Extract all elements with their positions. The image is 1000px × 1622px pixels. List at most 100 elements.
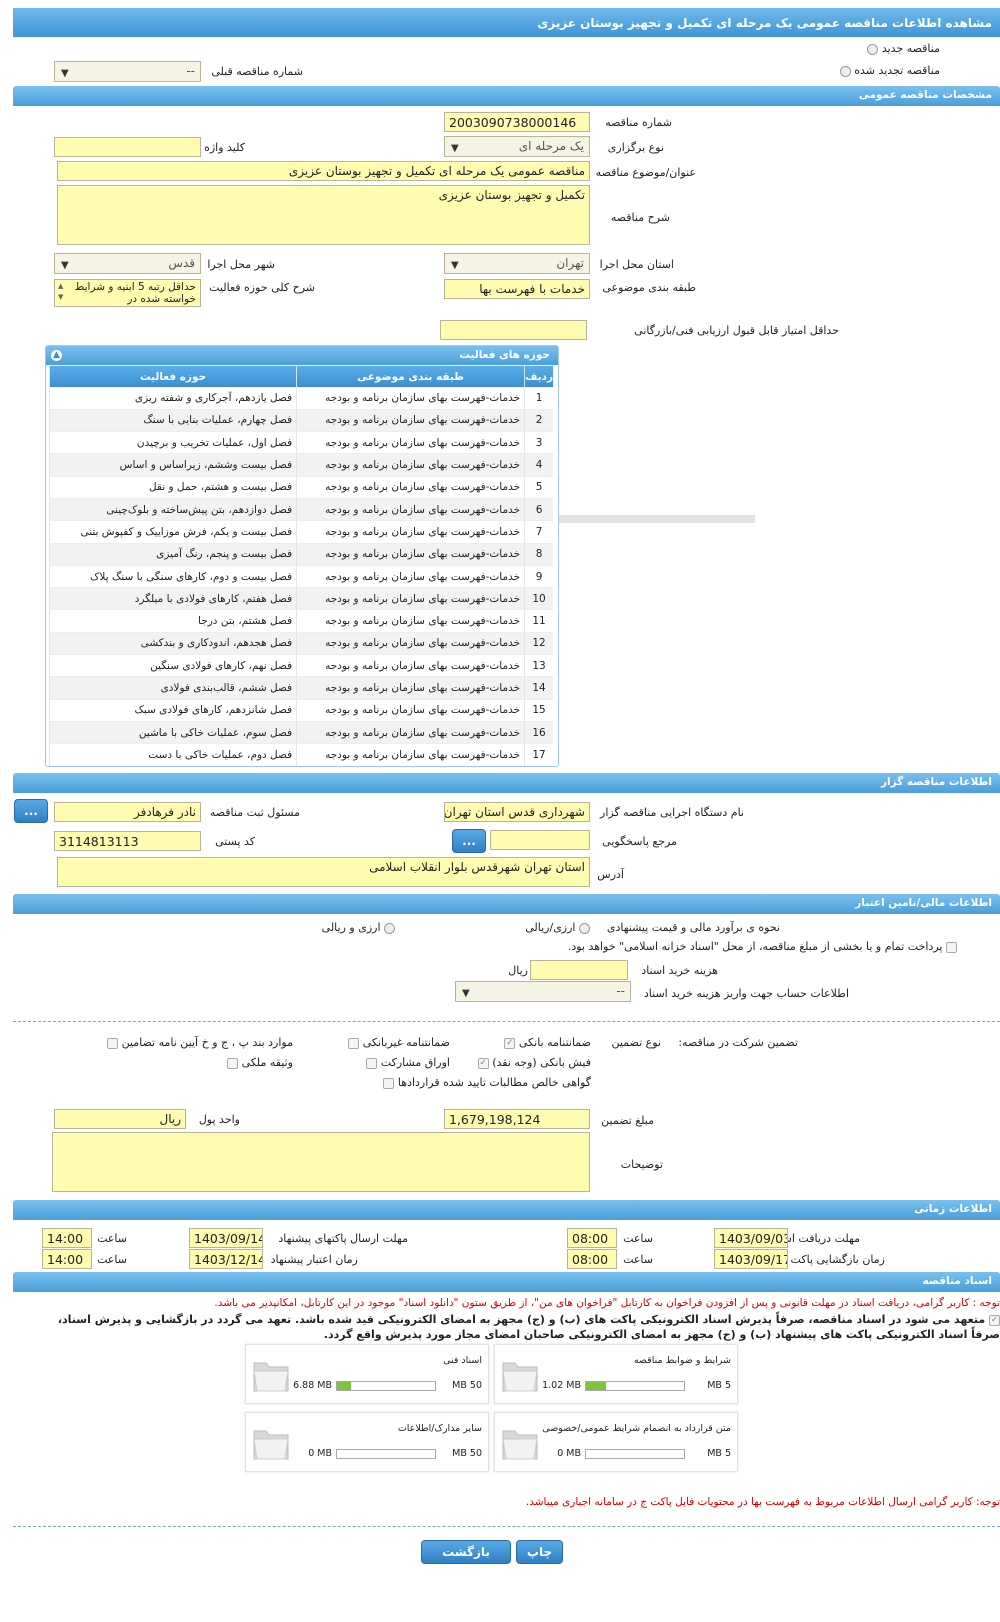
- valid-field[interactable]: 1403/12/14: [189, 1249, 263, 1269]
- tender-no-field[interactable]: 2003090738000146: [444, 112, 590, 132]
- opt-article-items[interactable]: موارد بند پ ، ج و خ آیین نامه تضامین: [107, 1036, 293, 1049]
- checkbox[interactable]: [946, 941, 957, 953]
- opt-bank-receipt[interactable]: فیش بانکی (وجه نقد) ✓: [477, 1056, 591, 1069]
- officer-label: مسئول ثبت مناقصه: [209, 806, 300, 819]
- checkbox[interactable]: [366, 1057, 378, 1069]
- back-button[interactable]: بازگشت: [421, 1540, 511, 1564]
- category-cell: خدمات-فهرست بهای سازمان برنامه و بودجه: [296, 721, 525, 745]
- province-label: استان محل اجرا: [599, 258, 674, 271]
- field-cell: فصل بیست و دوم، کارهای سنگی با سنگ پلاک: [48, 565, 297, 589]
- holding-type-select[interactable]: یک مرحله ای ▼: [444, 136, 590, 157]
- chevron-down-icon: ▼: [61, 68, 69, 79]
- opt-participation-bonds[interactable]: اوراق مشارکت: [366, 1056, 450, 1069]
- table-row: 15 خدمات-فهرست بهای سازمان برنامه و بودجه…: [48, 699, 553, 722]
- category-cell: خدمات-فهرست بهای سازمان برنامه و بودجه: [296, 587, 525, 611]
- file-box[interactable]: اسناد فنی 50 MB 6.88 MB: [245, 1344, 489, 1404]
- file-max-size: 50 MB: [452, 1448, 482, 1459]
- get-docs-field[interactable]: 1403/09/03: [714, 1228, 788, 1248]
- valid-time[interactable]: 14:00: [42, 1249, 92, 1269]
- keyword-field[interactable]: [54, 137, 201, 157]
- chevron-down-icon: ▼: [61, 260, 69, 271]
- radio-circle[interactable]: [867, 43, 879, 55]
- opt-property-collateral[interactable]: وثیقه ملکی: [227, 1056, 293, 1069]
- folder-icon[interactable]: [500, 1421, 540, 1463]
- org-field[interactable]: شهرداری قدس استان تهران: [444, 802, 590, 822]
- send-time[interactable]: 14:00: [42, 1228, 92, 1248]
- category-field[interactable]: خدمات با فهرست بها: [444, 279, 590, 299]
- col-row: ردیف: [524, 366, 553, 387]
- ref-lookup-button[interactable]: ...: [452, 829, 486, 853]
- opt-claims-certificate[interactable]: گواهی خالص مطالبات تایید شده قراردادها: [383, 1076, 591, 1089]
- field-cell: فصل دوم، عملیات خاکی با دست: [48, 743, 297, 766]
- field-cell: فصل دوازدهم، بتن پیش‌ساخته و بلوک‌چینی: [48, 498, 297, 522]
- folder-icon[interactable]: [251, 1421, 291, 1463]
- account-select[interactable]: -- ▼: [455, 981, 631, 1002]
- rial-label: ارزی/ریالی: [525, 921, 576, 934]
- subject-field[interactable]: مناقصه عمومی یک مرحله ای تکمیل و تجهیز ب…: [57, 161, 590, 181]
- officer-lookup-button[interactable]: ...: [14, 799, 48, 823]
- radio-circle[interactable]: [839, 65, 851, 77]
- ref-field[interactable]: [490, 830, 590, 850]
- category-cell: خدمات-فهرست بهای سازمان برنامه و بودجه: [296, 476, 525, 499]
- section-organizer: اطلاعات مناقصه گزار: [13, 773, 1000, 793]
- city-select[interactable]: قدس ▼: [54, 253, 201, 274]
- address-field[interactable]: استان تهران شهرقدس بلوار انقلاب اسلامی: [57, 857, 590, 887]
- doc-cost-field[interactable]: [530, 960, 628, 980]
- renewed-tender-radio[interactable]: مناقصه تجدید شده: [839, 64, 940, 77]
- notes-textarea[interactable]: [52, 1132, 590, 1192]
- field-cell: فصل چهارم، عملیات بنایی با سنگ: [48, 409, 297, 433]
- checkbox[interactable]: [107, 1037, 119, 1049]
- row-number-cell: 8: [524, 543, 553, 566]
- file-box[interactable]: شرایط و ضوابط مناقصه 5 MB 1.02 MB: [494, 1344, 738, 1404]
- send-field[interactable]: 1403/09/14: [189, 1228, 263, 1248]
- folder-icon[interactable]: [500, 1353, 540, 1395]
- both-radio[interactable]: ارزی و ریالی: [322, 921, 395, 934]
- checkbox[interactable]: [383, 1077, 395, 1089]
- category-cell: خدمات-فهرست بهای سازمان برنامه و بودجه: [296, 676, 525, 700]
- address-label: آدرس: [597, 868, 624, 881]
- opt-bank-guarantee[interactable]: ضمانتنامه بانکی ✓: [504, 1036, 591, 1049]
- collapse-icon[interactable]: ▲: [51, 350, 62, 361]
- new-tender-radio[interactable]: مناقصه جدید: [867, 42, 940, 55]
- min-score-field[interactable]: [440, 320, 587, 340]
- checkbox[interactable]: ✓: [504, 1037, 516, 1049]
- open-time[interactable]: 08:00: [567, 1249, 617, 1269]
- radio-circle[interactable]: [579, 922, 590, 934]
- print-button[interactable]: چاپ: [516, 1540, 563, 1564]
- activity-panel-header: حوزه های فعالیت ▲: [46, 346, 558, 365]
- scope-field[interactable]: حداقل رتبه 5 ابنیه و شرایط خواسته شده در…: [54, 279, 201, 307]
- desc-textarea[interactable]: تکمیل و تجهیز بوستان عزیزی: [57, 185, 590, 245]
- prev-tender-select[interactable]: -- ▼: [54, 61, 201, 82]
- currency-field[interactable]: ریال: [54, 1109, 186, 1129]
- time-label: ساعت: [623, 1232, 653, 1245]
- section-timing: اطلاعات زمانی: [13, 1200, 1000, 1220]
- postal-field[interactable]: 3114813113: [54, 831, 201, 851]
- file-box[interactable]: سایر مدارک/اطلاعات 50 MB 0 MB: [245, 1412, 489, 1472]
- field-cell: فصل بیست و پنجم، رنگ آمیزی: [48, 543, 297, 566]
- category-cell: خدمات-فهرست بهای سازمان برنامه و بودجه: [296, 699, 525, 722]
- checkbox[interactable]: ✓: [989, 1314, 1000, 1326]
- checkbox[interactable]: [227, 1057, 239, 1069]
- rial-radio[interactable]: ارزی/ریالی: [525, 921, 590, 934]
- treasury-checkbox[interactable]: پرداخت تمام و یا بخشی از مبلغ مناقصه، از…: [568, 940, 957, 953]
- field-cell: فصل سوم، عملیات خاکی با ماشین: [48, 721, 297, 745]
- postal-label: کد پستی: [215, 835, 255, 848]
- docs-note-download: توجه : کاربر گرامی، دریافت اسناد در مهلت…: [214, 1297, 1000, 1309]
- checkbox[interactable]: ✓: [477, 1057, 489, 1069]
- scope-label: شرح کلی حوزه فعالیت: [209, 281, 315, 294]
- category-cell: خدمات-فهرست بهای سازمان برنامه و بودجه: [296, 543, 525, 566]
- opt-nonbank-guarantee[interactable]: ضمانتنامه غیربانکی: [348, 1036, 450, 1049]
- open-field[interactable]: 1403/09/17: [714, 1249, 788, 1269]
- folder-icon[interactable]: [251, 1353, 291, 1395]
- category-cell: خدمات-فهرست بهای سازمان برنامه و بودجه: [296, 520, 525, 544]
- file-progress-fill: [586, 1382, 606, 1390]
- radio-circle[interactable]: [384, 922, 395, 934]
- get-docs-time[interactable]: 08:00: [567, 1228, 617, 1248]
- amount-field[interactable]: 1,679,198,124: [444, 1109, 590, 1129]
- file-box[interactable]: متن قرارداد به انضمام شرایط عمومی/خصوصی 5…: [494, 1412, 738, 1472]
- field-cell: فصل هفتم، کارهای فولادی با میلگرد: [48, 587, 297, 611]
- checkbox[interactable]: [348, 1037, 360, 1049]
- scroll-arrows-icon[interactable]: ▲ ▼: [58, 281, 63, 303]
- officer-field[interactable]: نادر فرهادفر: [54, 802, 201, 822]
- province-select[interactable]: تهران ▼: [444, 253, 590, 274]
